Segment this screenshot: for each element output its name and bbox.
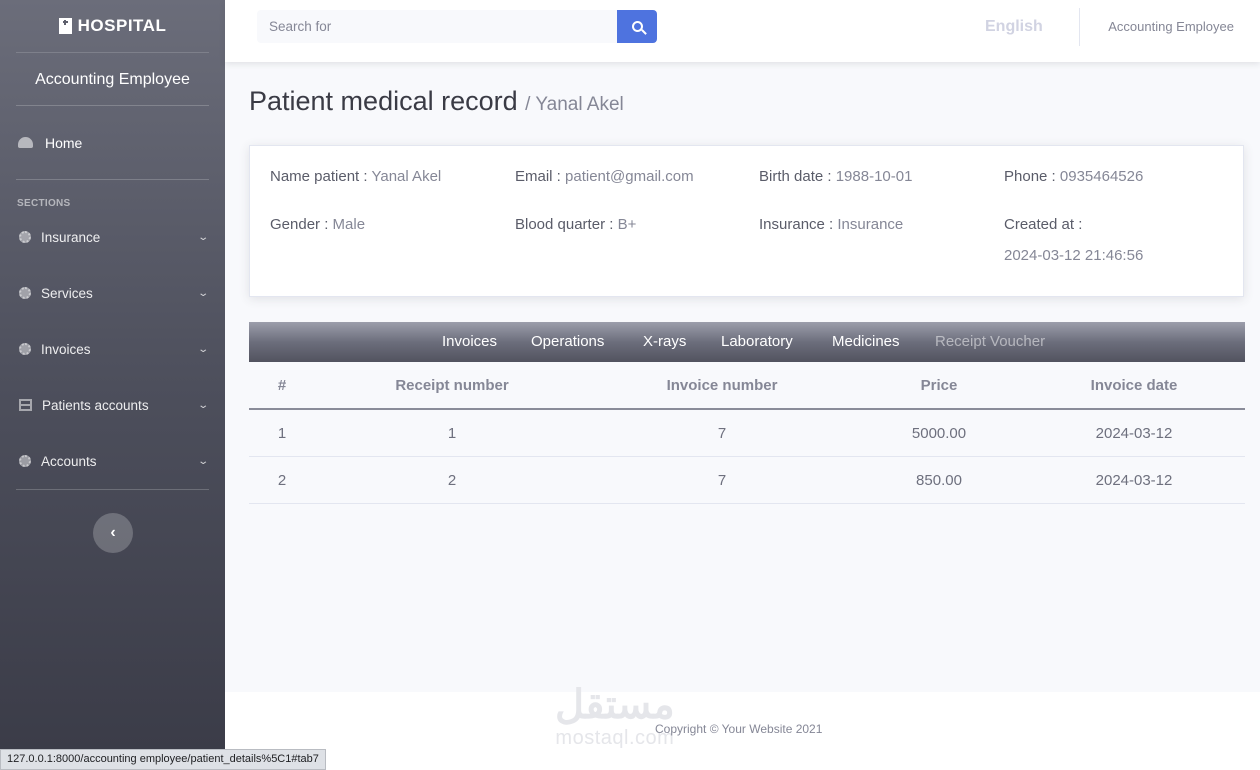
topbar: English Accounting Employee	[225, 0, 1260, 62]
table-cell: 2	[447, 472, 457, 489]
field-label: Name patient :	[270, 168, 368, 185]
gear-icon	[19, 287, 31, 299]
gear-icon	[19, 343, 31, 355]
search-input[interactable]	[257, 10, 617, 43]
hospital-icon	[58, 18, 72, 34]
sidebar-divider	[16, 489, 209, 490]
field-label: Gender :	[270, 216, 329, 233]
copyright-text: Copyright © Your Website 2021	[655, 722, 823, 736]
chevron-left-icon: ‹	[110, 524, 116, 541]
dashboard-icon	[18, 137, 33, 148]
chevron-down-icon: ⌄	[196, 399, 209, 411]
sidebar-item-home[interactable]: Home	[16, 106, 209, 180]
table-icon	[19, 399, 32, 411]
table-cell: 2024-03-12	[1095, 425, 1173, 442]
search-form	[257, 10, 657, 43]
chevron-down-icon: ⌄	[196, 455, 209, 467]
patient-insurance: Insurance : Insurance	[759, 216, 903, 233]
sidebar-item-insurance[interactable]: Insurance ⌄	[0, 209, 225, 265]
field-label: Birth date :	[759, 168, 832, 185]
chevron-down-icon: ⌄	[196, 231, 209, 243]
column-header: Receipt number	[395, 377, 509, 394]
field-label: Blood quarter :	[515, 216, 614, 233]
status-bar-url: 127.0.0.1:8000/accounting employee/patie…	[0, 749, 326, 770]
field-label: Created at :	[1004, 216, 1083, 233]
sidebar-item-label: Invoices	[41, 341, 91, 357]
field-label: Phone :	[1004, 168, 1056, 185]
patient-name: Name patient : Yanal Akel	[270, 168, 441, 185]
sidebar-item-patients-accounts[interactable]: Patients accounts ⌄	[0, 377, 225, 433]
field-value: Male	[332, 216, 366, 233]
gear-icon	[19, 455, 31, 467]
search-button[interactable]	[617, 10, 657, 43]
gear-icon	[19, 231, 31, 243]
tab-x-rays[interactable]: X-rays	[643, 333, 686, 350]
column-header: #	[277, 377, 287, 394]
watermark: مستقل mostaql.com	[555, 682, 675, 748]
field-value: 1988-10-01	[835, 168, 913, 185]
field-label: Email :	[515, 168, 561, 185]
user-menu[interactable]: Accounting Employee	[1108, 19, 1234, 34]
table-cell: 2024-03-12	[1095, 472, 1173, 489]
topbar-divider	[1079, 8, 1080, 46]
table-cell: 850.00	[916, 472, 962, 489]
sidebar: HOSPITAL Accounting Employee Home SECTIO…	[0, 0, 225, 770]
table-cell: 1	[277, 425, 287, 442]
sidebar-item-services[interactable]: Services ⌄	[0, 265, 225, 321]
tab-operations[interactable]: Operations	[531, 333, 604, 350]
sidebar-item-label: Accounts	[41, 453, 97, 469]
search-icon	[631, 21, 643, 32]
sidebar-section-heading: SECTIONS	[17, 198, 71, 209]
table-cell: 7	[717, 425, 727, 442]
field-value: B+	[617, 216, 637, 233]
patient-phone: Phone : 0935464526	[1004, 168, 1143, 185]
patient-blood-type: Blood quarter : B+	[515, 216, 636, 233]
footer: مستقل mostaql.com Copyright © Your Websi…	[225, 683, 1260, 770]
field-value: 0935464526	[1059, 168, 1144, 185]
patient-created-at: Created at : 2024-03-12 21:46:56	[1004, 216, 1143, 264]
page-title-text: Patient medical record	[249, 86, 518, 116]
field-label: Insurance :	[759, 216, 834, 233]
receipt-voucher-table: # Receipt number Invoice number Price In…	[249, 362, 1245, 504]
table-cell: 1	[447, 425, 457, 442]
field-value: 2024-03-12 21:46:56	[1004, 247, 1144, 264]
tab-medicines[interactable]: Medicines	[832, 333, 900, 350]
page-title: Patient medical record / Yanal Akel	[249, 86, 624, 117]
sidebar-role: Accounting Employee	[16, 52, 209, 106]
table-cell: 2	[277, 472, 287, 489]
column-header: Invoice date	[1090, 377, 1178, 394]
sidebar-item-invoices[interactable]: Invoices ⌄	[0, 321, 225, 377]
language-switch[interactable]: English	[985, 18, 1043, 36]
table-header-row: # Receipt number Invoice number Price In…	[249, 362, 1245, 410]
sidebar-item-label: Patients accounts	[42, 397, 149, 413]
table-row: 2 2 7 850.00 2024-03-12	[249, 457, 1245, 504]
table-cell: 7	[717, 472, 727, 489]
brand-label: HOSPITAL	[77, 16, 167, 35]
sidebar-item-accounts[interactable]: Accounts ⌄	[0, 433, 225, 489]
field-value: Yanal Akel	[371, 168, 442, 185]
sidebar-toggle-button[interactable]: ‹	[93, 513, 133, 553]
record-tabs: Invoices Operations X-rays Laboratory Me…	[249, 322, 1245, 362]
page-subtitle: / Yanal Akel	[525, 94, 624, 115]
column-header: Price	[920, 377, 958, 394]
sidebar-item-label: Home	[45, 134, 83, 151]
table-cell: 5000.00	[911, 425, 967, 442]
chevron-down-icon: ⌄	[196, 287, 209, 299]
tab-receipt-voucher[interactable]: Receipt Voucher	[935, 333, 1045, 350]
table-row: 1 1 7 5000.00 2024-03-12	[249, 410, 1245, 457]
sidebar-item-label: Services	[41, 285, 93, 301]
chevron-down-icon: ⌄	[196, 343, 209, 355]
sidebar-item-label: Insurance	[41, 229, 101, 245]
patient-email: Email : patient@gmail.com	[515, 168, 694, 185]
field-value: Insurance	[837, 216, 904, 233]
tab-invoices[interactable]: Invoices	[442, 333, 497, 350]
patient-gender: Gender : Male	[270, 216, 365, 233]
column-header: Invoice number	[666, 377, 778, 394]
patient-birth-date: Birth date : 1988-10-01	[759, 168, 912, 185]
patient-info-card: Name patient : Yanal Akel Email : patien…	[249, 145, 1244, 297]
tab-laboratory[interactable]: Laboratory	[721, 333, 793, 350]
field-value: patient@gmail.com	[565, 168, 694, 185]
brand[interactable]: HOSPITAL	[0, 0, 225, 52]
